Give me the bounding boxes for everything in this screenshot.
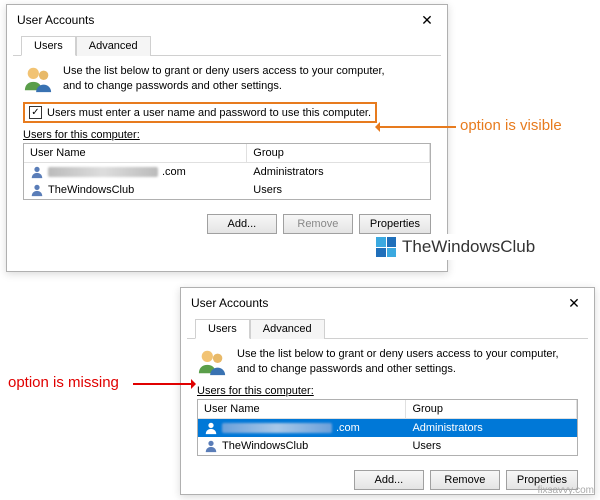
col-user-name[interactable]: User Name [24,144,247,162]
group-cell: Administrators [406,420,577,436]
button-row: Add... Remove Properties [181,464,594,496]
blurred-username [222,423,332,433]
titlebar: User Accounts ✕ [181,288,594,318]
intro-line1: Use the list below to grant or deny user… [63,65,385,77]
window-title: User Accounts [191,296,268,310]
col-user-name[interactable]: User Name [198,400,406,418]
tab-users[interactable]: Users [21,36,76,56]
option-label: Users must enter a user name and passwor… [47,107,371,119]
intro-text: Use the list below to grant or deny user… [237,347,559,377]
tab-advanced[interactable]: Advanced [76,36,151,56]
intro-line1: Use the list below to grant or deny user… [237,348,559,360]
col-group[interactable]: Group [406,400,577,418]
list-item[interactable]: TheWindowsClub Users [24,181,430,199]
annotation-missing: option is missing [8,374,119,391]
annotation-visible: option is visible [460,117,562,134]
blurred-username [48,167,158,177]
group-cell: Users [406,438,577,454]
user-suffix: .com [336,422,360,434]
users-listbox[interactable]: User Name Group .com Administrators TheW… [23,143,431,200]
titlebar: User Accounts ✕ [7,5,447,35]
close-button[interactable]: ✕ [556,292,592,314]
user-accounts-dialog-visible: User Accounts ✕ Users Advanced Use the l… [6,4,448,272]
tab-users[interactable]: Users [195,319,250,339]
close-icon: ✕ [568,295,580,312]
users-section-label: Users for this computer: [197,385,578,397]
must-enter-checkbox[interactable]: ✓ [29,106,42,119]
logo-text: TheWindowsClub [402,237,535,257]
watermark-text: fixsavvy.com [538,485,595,496]
tab-strip: Users Advanced [187,318,588,339]
properties-button[interactable]: Properties [359,214,431,234]
col-group[interactable]: Group [247,144,430,162]
arrow-missing [133,383,193,385]
list-item[interactable]: TheWindowsClub Users [198,437,577,455]
user-accounts-dialog-missing: User Accounts ✕ Users Advanced Use the l… [180,287,595,495]
logo-watermark: TheWindowsClub [370,234,541,260]
users-listbox[interactable]: User Name Group .com Administrators TheW… [197,399,578,456]
user-icon [30,183,44,197]
intro-row: Use the list below to grant or deny user… [23,64,431,94]
user-icon [204,439,218,453]
user-icon [30,165,44,179]
user-cell: TheWindowsClub [222,440,308,452]
list-header: User Name Group [24,144,430,163]
close-button[interactable]: ✕ [409,9,445,31]
group-cell: Users [247,182,430,198]
users-icon [197,347,227,377]
logo-icon [376,237,396,257]
dialog-body: Use the list below to grant or deny user… [181,339,594,464]
intro-line2: and to change passwords and other settin… [63,80,282,92]
intro-line2: and to change passwords and other settin… [237,363,456,375]
window-title: User Accounts [17,13,94,27]
add-button[interactable]: Add... [354,470,424,490]
intro-row: Use the list below to grant or deny user… [197,347,578,377]
dialog-body: Use the list below to grant or deny user… [7,56,447,208]
intro-text: Use the list below to grant or deny user… [63,64,385,94]
add-button[interactable]: Add... [207,214,277,234]
close-icon: ✕ [421,12,433,29]
remove-button[interactable]: Remove [430,470,500,490]
remove-button: Remove [283,214,353,234]
list-item[interactable]: .com Administrators [24,163,430,181]
tab-advanced[interactable]: Advanced [250,319,325,339]
list-item[interactable]: .com Administrators [198,419,577,437]
users-icon [23,64,53,94]
group-cell: Administrators [247,164,430,180]
arrow-visible [378,126,456,128]
option-highlight-box: ✓ Users must enter a user name and passw… [23,102,377,123]
user-icon [204,421,218,435]
user-suffix: .com [162,166,186,178]
user-cell: TheWindowsClub [48,184,134,196]
tab-strip: Users Advanced [13,35,441,56]
list-header: User Name Group [198,400,577,419]
